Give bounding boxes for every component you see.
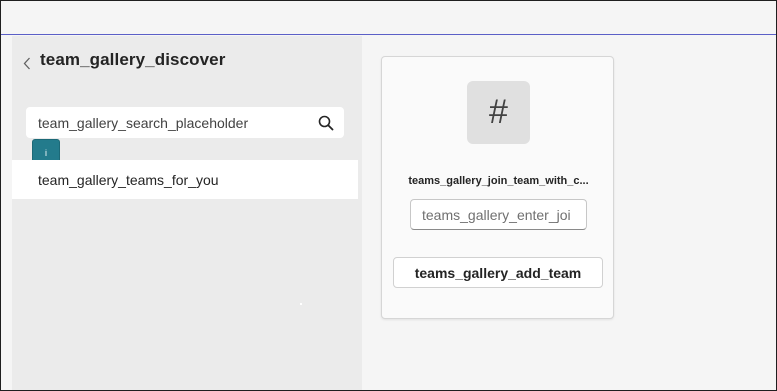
search-box[interactable] <box>26 107 344 138</box>
join-team-title: teams_gallery_join_team_with_c... <box>408 175 589 187</box>
decorative-dot <box>300 303 302 305</box>
page-title: team_gallery_discover <box>40 50 226 69</box>
join-team-card: # teams_gallery_join_team_with_c... team… <box>381 56 614 319</box>
search-icon[interactable] <box>316 113 336 133</box>
search-input[interactable] <box>38 107 316 138</box>
sidebar-item-teams-for-you[interactable]: team_gallery_teams_for_you <box>12 160 358 199</box>
app-window: team_gallery_discover i team_gallery_tea… <box>0 0 777 391</box>
hash-icon: # <box>467 81 530 144</box>
join-code-input[interactable] <box>410 199 587 230</box>
back-button[interactable] <box>19 53 35 73</box>
top-bar <box>1 1 776 35</box>
discover-pane: team_gallery_discover i team_gallery_tea… <box>12 36 362 390</box>
sidebar-item-label: team_gallery_teams_for_you <box>38 171 219 188</box>
chevron-left-icon <box>23 57 31 70</box>
add-team-button[interactable]: teams_gallery_add_team <box>393 257 603 288</box>
